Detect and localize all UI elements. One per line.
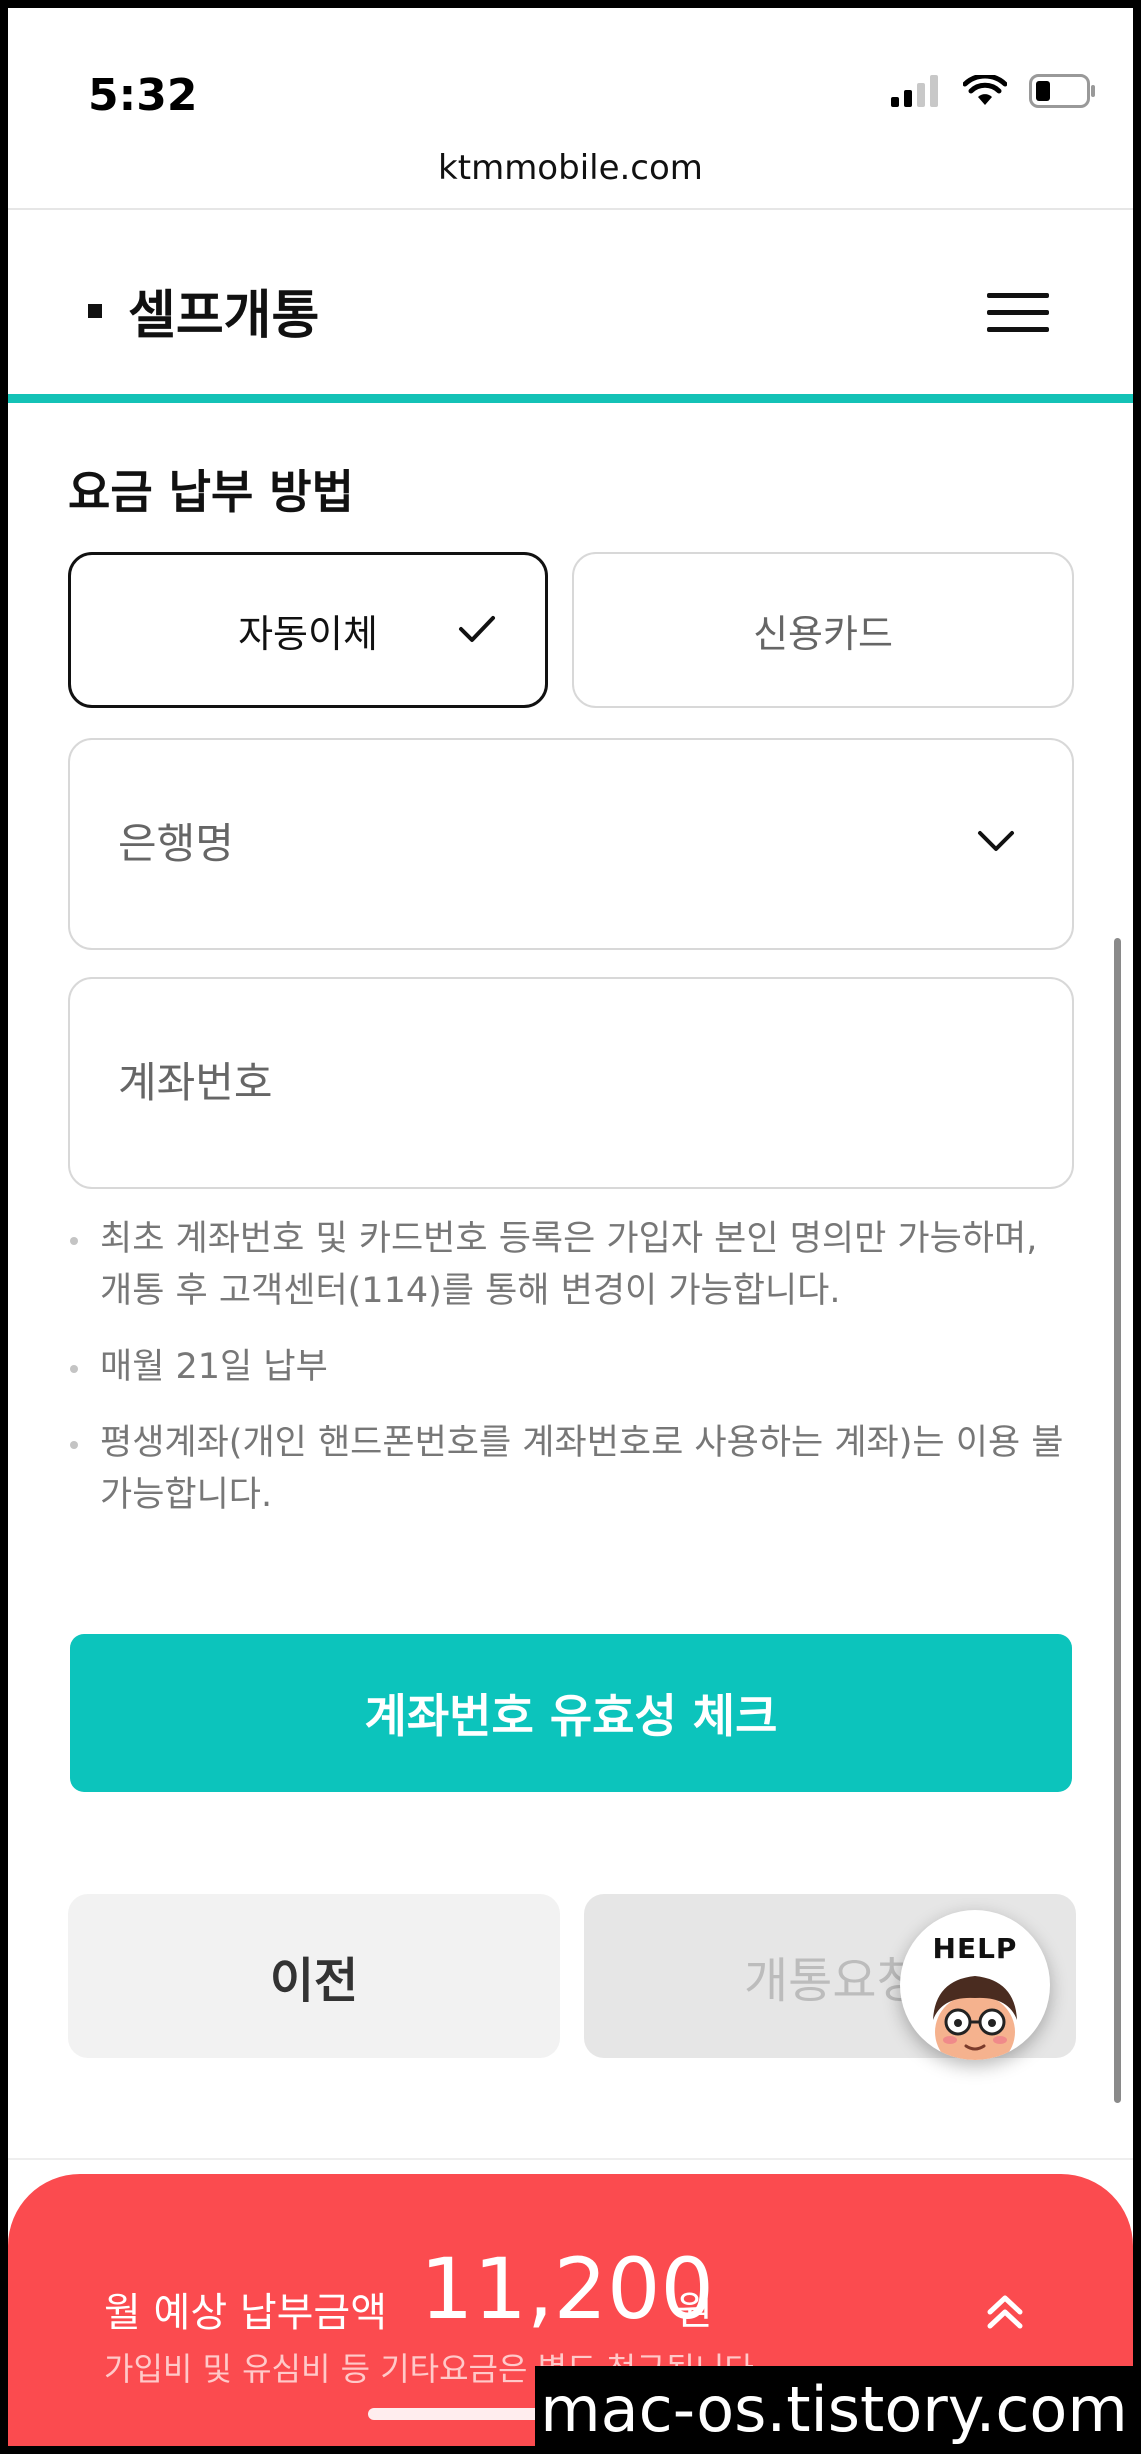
help-button[interactable]: HELP — [900, 1910, 1050, 2060]
header-accent-bar — [8, 394, 1133, 403]
watermark-text: mac-os.tistory.com — [535, 2366, 1133, 2454]
cellular-signal-icon — [891, 75, 938, 107]
payment-notes: 최초 계좌번호 및 카드번호 등록은 가입자 본인 명의만 가능하며, 개통 후… — [68, 1213, 1078, 1545]
phone-screen: 5:32 ktmmobile.com 셀프개통 요금 납부 방법 자동이체 신용… — [8, 8, 1133, 2446]
help-avatar-icon — [933, 1976, 1017, 2060]
open-request-label: 개통요청 — [744, 1953, 921, 2009]
chevron-down-icon — [978, 831, 1014, 851]
scrollbar[interactable] — [1114, 938, 1121, 2103]
bank-select-placeholder: 은행명 — [118, 819, 234, 868]
prev-button[interactable]: 이전 — [68, 1894, 560, 2058]
monthly-fee-unit: 원 — [676, 2288, 713, 2334]
monthly-fee-label: 월 예상 납부금액 — [104, 2290, 388, 2336]
hamburger-menu-icon[interactable] — [987, 293, 1049, 333]
page-title: 셀프개통 — [88, 273, 319, 348]
title-bullet — [88, 303, 102, 318]
section-title: 요금 납부 방법 — [68, 465, 354, 519]
page-title-text: 셀프개통 — [128, 286, 320, 346]
payment-option-label: 신용카드 — [753, 611, 893, 656]
browser-url[interactable]: ktmmobile.com — [8, 148, 1133, 188]
url-divider — [8, 208, 1133, 210]
payment-option-auto-transfer[interactable]: 자동이체 — [68, 552, 548, 708]
note-item: 매월 21일 납부 — [68, 1341, 1078, 1393]
chevron-double-up-icon[interactable] — [985, 2292, 1025, 2330]
note-item: 최초 계좌번호 및 카드번호 등록은 가입자 본인 명의만 가능하며, 개통 후… — [68, 1213, 1078, 1317]
bank-select[interactable]: 은행명 — [68, 738, 1074, 950]
validate-account-button[interactable]: 계좌번호 유효성 체크 — [70, 1634, 1072, 1792]
account-number-input[interactable]: 계좌번호 — [68, 977, 1074, 1189]
status-time: 5:32 — [88, 70, 198, 121]
account-number-placeholder: 계좌번호 — [118, 1058, 273, 1107]
battery-icon — [1029, 74, 1095, 108]
content-divider — [8, 2158, 1133, 2160]
monthly-fee-amount: 11,200 — [420, 2240, 714, 2338]
payment-option-label: 자동이체 — [238, 611, 378, 656]
check-icon — [459, 616, 495, 642]
payment-option-credit-card[interactable]: 신용카드 — [572, 552, 1074, 708]
wifi-icon — [963, 75, 1007, 105]
note-item: 평생계좌(개인 핸드폰번호를 계좌번호로 사용하는 계좌)는 이용 불가능합니다… — [68, 1417, 1078, 1521]
status-icons — [891, 74, 1097, 108]
